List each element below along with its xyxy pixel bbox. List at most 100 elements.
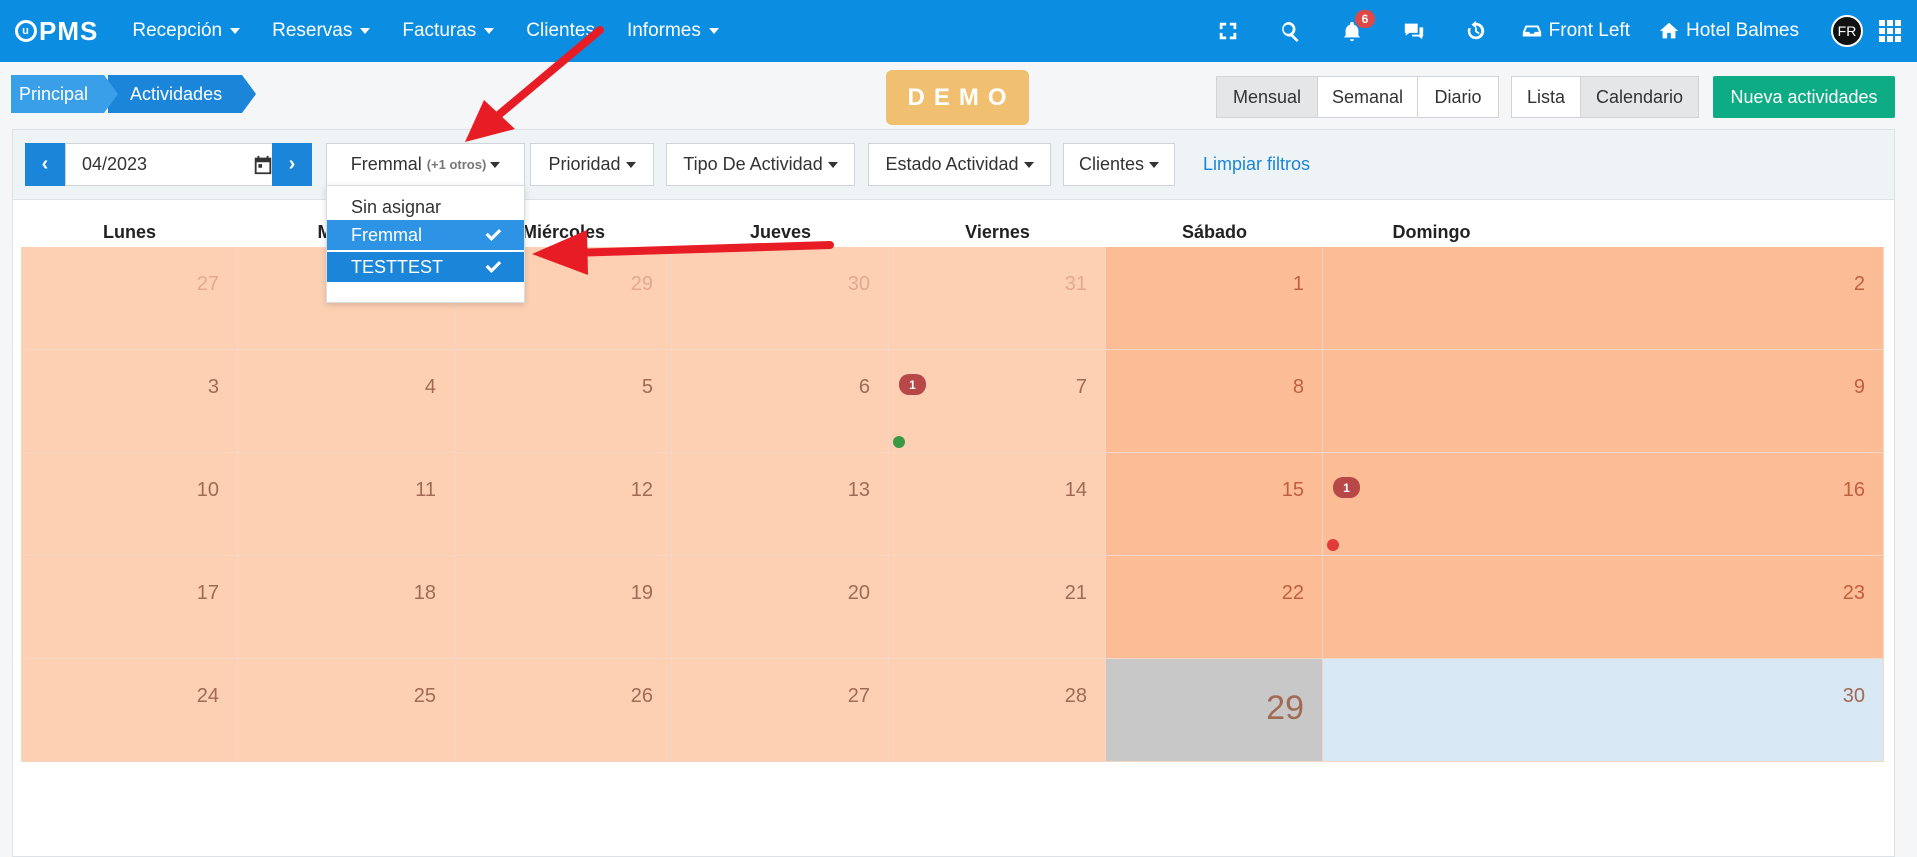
calendar-day-cell[interactable]: 30 xyxy=(1323,659,1884,762)
calendar-day-cell[interactable]: 71 xyxy=(889,350,1106,453)
weekday-label: Sábado xyxy=(1181,222,1247,242)
hotel-selector[interactable]: Hotel Balmes xyxy=(1644,0,1813,62)
calendar-day-cell[interactable]: 2 xyxy=(1323,247,1884,350)
calendar-day-cell[interactable]: 14 xyxy=(889,453,1106,556)
calendar-day-cell[interactable]: 8 xyxy=(1106,350,1323,453)
calendar-day-cell[interactable]: 31 xyxy=(889,247,1106,350)
calendar-day-cell[interactable]: 26 xyxy=(455,659,672,762)
activity-status-filter[interactable]: Estado Actividad xyxy=(868,143,1051,186)
logo-text: PMS xyxy=(39,15,99,46)
nav-menu-facturas[interactable]: Facturas xyxy=(386,0,510,62)
calendar-day-cell[interactable]: 1 xyxy=(1106,247,1323,350)
calendar-day-cell[interactable]: 5 xyxy=(455,350,672,453)
calendar-day-cell[interactable]: 6 xyxy=(672,350,889,453)
calendar-day-cell[interactable]: 16 1 xyxy=(1323,453,1884,556)
next-month-button[interactable]: › xyxy=(272,143,312,186)
front-desk-label: Front Left xyxy=(1548,20,1630,41)
search-icon xyxy=(1281,21,1299,42)
calendar-day-cell[interactable]: 29 xyxy=(1106,659,1323,762)
calendar-day-cell[interactable]: 28 xyxy=(889,659,1106,762)
calendar-day-cell[interactable]: 17 xyxy=(21,556,238,659)
day-number: 23 xyxy=(1842,582,1865,604)
app-logo[interactable]: u PMS xyxy=(15,16,98,47)
calendar-day-cell[interactable]: 19 xyxy=(455,556,672,659)
mode-calendario-button[interactable]: Calendario xyxy=(1580,76,1699,118)
assignee-option[interactable]: Fremmal xyxy=(327,220,524,250)
calendar-day-cell[interactable]: 20 xyxy=(672,556,889,659)
assignee-option-label: Fremmal xyxy=(351,224,422,245)
day-number: 22 xyxy=(1281,582,1304,604)
prev-month-button[interactable]: ‹ xyxy=(25,143,65,186)
notification-badge: 6 xyxy=(1354,10,1376,28)
mode-lista-button[interactable]: Lista xyxy=(1511,76,1581,118)
assignee-option-label: Sin asignar xyxy=(351,196,442,217)
calendar-day-cell[interactable]: 15 xyxy=(1106,453,1323,556)
history-button[interactable] xyxy=(1445,0,1507,62)
breadcrumb-actividades[interactable]: Actividades xyxy=(108,75,257,113)
day-number: 3 xyxy=(207,376,219,398)
event-status-dot[interactable] xyxy=(893,436,905,448)
calendar-day-cell[interactable]: 25 xyxy=(238,659,455,762)
caret-down-icon xyxy=(360,28,371,34)
calendar-day-cell[interactable]: 23 xyxy=(1323,556,1884,659)
calendar-day-cell[interactable]: 13 xyxy=(672,453,889,556)
calendar-day-cell[interactable]: 22 xyxy=(1106,556,1323,659)
history-icon xyxy=(1467,20,1484,40)
calendar-day-cell[interactable]: 30 xyxy=(672,247,889,350)
front-desk-selector[interactable]: Front Left xyxy=(1507,0,1644,62)
activity-type-filter[interactable]: Tipo De Actividad xyxy=(666,143,855,186)
calendar-day-cell[interactable]: 9 xyxy=(1323,350,1884,453)
assignee-option[interactable]: TESTTEST xyxy=(327,252,524,282)
calendar-day-cell[interactable]: 27 xyxy=(21,247,238,350)
nav-menu-reservas[interactable]: Reservas xyxy=(256,0,386,62)
fullscreen-button[interactable] xyxy=(1197,0,1259,62)
event-count-badge[interactable]: 1 xyxy=(899,374,926,395)
view-diario-button[interactable]: Diario xyxy=(1417,76,1499,118)
day-number: 16 xyxy=(1842,479,1865,501)
chat-button[interactable] xyxy=(1383,0,1445,62)
calendar-day-cell[interactable]: 24 xyxy=(21,659,238,762)
calendar-day-cell[interactable]: 18 xyxy=(238,556,455,659)
new-activity-button[interactable]: Nueva actividades xyxy=(1713,76,1895,118)
breadcrumb-principal[interactable]: Principal xyxy=(11,75,119,113)
nav-menu-informes[interactable]: Informes xyxy=(611,0,735,62)
search-button[interactable] xyxy=(1259,0,1321,62)
calendar-day-cell[interactable]: 4 xyxy=(238,350,455,453)
notifications-button[interactable]: 6 xyxy=(1321,0,1383,62)
weekday-label: Jueves xyxy=(749,222,812,242)
caret-down-icon xyxy=(484,28,495,34)
clients-filter-label: Clientes xyxy=(1078,154,1145,174)
nav-menu-clientes[interactable]: Clientes xyxy=(510,0,611,62)
caret-down-icon xyxy=(1023,161,1034,168)
month-value: 04/2023 xyxy=(82,154,148,174)
activity-status-filter-label: Estado Actividad xyxy=(885,154,1019,174)
day-number: 26 xyxy=(630,685,653,707)
assignee-option[interactable]: Sin asignar xyxy=(327,192,524,222)
clear-filters-link[interactable]: Limpiar filtros xyxy=(1203,154,1310,175)
calendar-day-cell[interactable]: 27 xyxy=(672,659,889,762)
calendar-day-cell[interactable]: 12 xyxy=(455,453,672,556)
calendar-day-cell[interactable]: 10 xyxy=(21,453,238,556)
event-count-badge[interactable]: 1 xyxy=(1333,477,1360,498)
event-status-dot[interactable] xyxy=(1327,539,1339,551)
activities-panel: ‹ 04/2023 › Fremmal (+1 otros) Prioridad… xyxy=(12,129,1895,857)
clients-filter[interactable]: Clientes xyxy=(1063,143,1175,186)
view-mensual-button[interactable]: Mensual xyxy=(1216,76,1318,118)
calendar-day-cell[interactable]: 11 xyxy=(238,453,455,556)
priority-filter[interactable]: Prioridad xyxy=(530,143,654,186)
nav-menu-label: Informes xyxy=(626,20,701,41)
apps-grid-icon[interactable] xyxy=(1879,20,1901,42)
calendar-day-cell[interactable]: 21 xyxy=(889,556,1106,659)
caret-down-icon xyxy=(230,28,241,34)
view-semanal-button[interactable]: Semanal xyxy=(1317,76,1418,118)
nav-menu-recepcion[interactable]: Recepción xyxy=(116,0,256,62)
assignee-filter[interactable]: Fremmal (+1 otros) xyxy=(326,143,525,186)
assignee-filter-extra: (+1 otros) xyxy=(426,157,487,172)
calendar-day-cell[interactable]: 3 xyxy=(21,350,238,453)
nav-menu-label: Facturas xyxy=(402,20,477,41)
user-avatar[interactable]: FR xyxy=(1831,15,1863,47)
month-picker[interactable]: 04/2023 xyxy=(65,143,285,186)
day-number: 11 xyxy=(415,479,436,501)
day-number: 4 xyxy=(424,376,436,398)
caret-down-icon xyxy=(1149,161,1160,168)
